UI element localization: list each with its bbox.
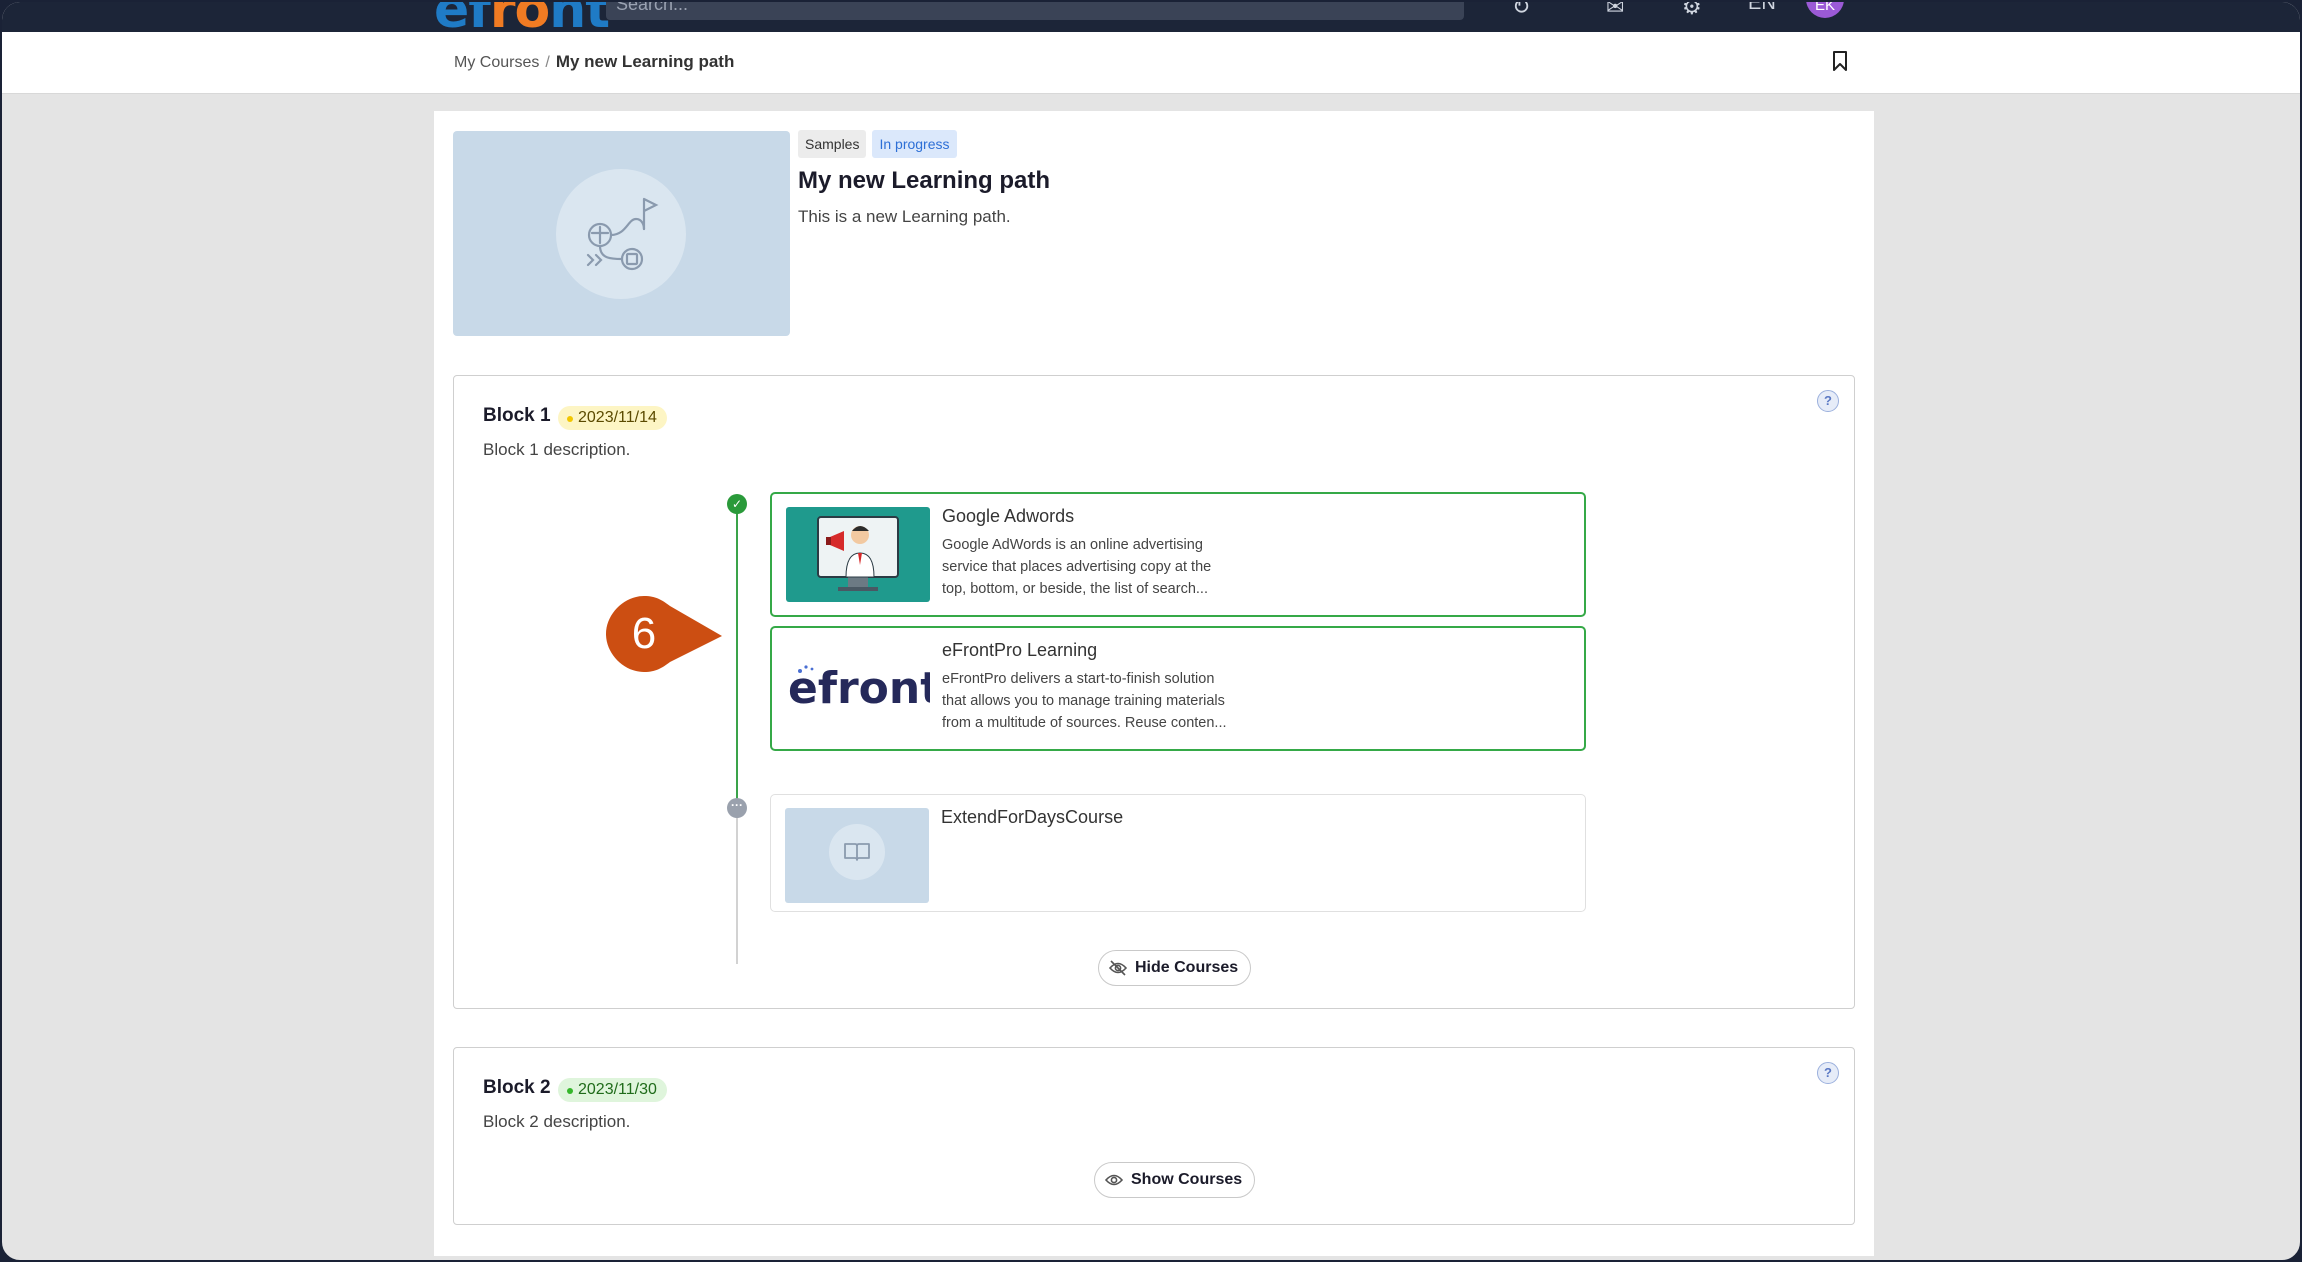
course-card-google-adwords[interactable]: Google Adwords Google AdWords is an onli…: [770, 492, 1586, 617]
check-icon: ✓: [727, 494, 747, 514]
course-description-line: top, bottom, or beside, the list of sear…: [942, 581, 1208, 597]
learning-path-image: [453, 131, 790, 336]
course-description-line: from a multitude of sources. Reuse conte…: [942, 715, 1227, 731]
status-badge: In progress: [872, 130, 957, 158]
course-description: Google AdWords is an online advertising …: [942, 534, 1242, 600]
monitor-speaker-illustration: [817, 516, 899, 591]
language-selector[interactable]: EN: [1748, 2, 1776, 15]
efront-logo-text: efront: [788, 663, 930, 714]
show-courses-button[interactable]: Show Courses: [1094, 1162, 1256, 1198]
course-description-line: eFrontPro delivers a start-to-finish sol…: [942, 671, 1215, 687]
learning-path-illustration: [556, 169, 686, 299]
learning-path-description: This is a new Learning path.: [798, 207, 1011, 226]
help-icon[interactable]: ?: [1817, 1062, 1839, 1084]
learning-path-icon: [586, 197, 659, 271]
course-description-line: Google AdWords is an online advertising: [942, 537, 1203, 553]
block-1: Block 1 2023/11/14 Block 1 description. …: [453, 375, 1855, 1009]
block-description: Block 2 description.: [483, 1112, 631, 1131]
breadcrumb-separator: /: [545, 54, 550, 71]
messages-icon[interactable]: ✉: [1606, 2, 1624, 20]
app-window: efront Search... ↻ ✉ ⚙ EN EK My Courses /…: [0, 0, 2302, 1262]
timeline-line-pending: [736, 809, 738, 964]
course-title[interactable]: Google Adwords: [942, 506, 1074, 527]
book-icon: [829, 824, 885, 880]
help-icon[interactable]: ?: [1817, 390, 1839, 412]
show-courses-label: Show Courses: [1131, 1171, 1243, 1188]
breadcrumb-current: My new Learning path: [555, 52, 735, 71]
block-description: Block 1 description.: [483, 440, 631, 459]
course-card-efrontpro-learning[interactable]: efront eFrontPro Learning eFrontPro deli…: [770, 626, 1586, 751]
course-description-line: that allows you to manage training mater…: [942, 693, 1225, 709]
block-title: Block 1: [483, 405, 551, 426]
eye-icon: [1105, 1174, 1123, 1186]
eye-off-icon: [1109, 960, 1127, 976]
settings-icon[interactable]: ⚙: [1682, 2, 1702, 20]
hide-courses-label: Hide Courses: [1135, 959, 1239, 976]
more-icon: ···: [727, 798, 747, 818]
page-title: My new Learning path: [798, 167, 1051, 194]
block-2: Block 2 2023/11/30 Block 2 description. …: [453, 1047, 1855, 1225]
breadcrumb-bar: My Courses / My new Learning path: [2, 32, 2300, 94]
course-thumbnail: [785, 808, 929, 903]
main-content: Samples In progress My new Learning path…: [434, 111, 1874, 1256]
timeline-line-completed: [736, 503, 738, 801]
course-thumbnail: [786, 507, 930, 602]
top-navbar: efront Search... ↻ ✉ ⚙ EN EK: [2, 2, 2300, 40]
course-title[interactable]: eFrontPro Learning: [942, 640, 1097, 661]
breadcrumb-parent-link[interactable]: My Courses: [454, 54, 539, 71]
course-description: eFrontPro delivers a start-to-finish sol…: [942, 668, 1242, 734]
breadcrumb: My Courses / My new Learning path: [454, 52, 734, 72]
course-card-extendfordayscourse[interactable]: ExtendForDaysCourse: [770, 794, 1586, 912]
category-tag: Samples: [798, 130, 867, 158]
search-input[interactable]: Search...: [606, 2, 1464, 20]
history-icon[interactable]: ↻: [1512, 2, 1530, 20]
step-callout-number: 6: [631, 609, 657, 658]
block-title: Block 2: [483, 1077, 551, 1098]
hide-courses-button[interactable]: Hide Courses: [1098, 950, 1252, 986]
efront-logo-image: efront: [788, 663, 930, 714]
bookmark-icon[interactable]: [1832, 50, 1848, 72]
block-date-badge: 2023/11/14: [558, 406, 667, 430]
course-description-line: service that places advertising copy at …: [942, 559, 1212, 575]
block-date-badge: 2023/11/30: [558, 1078, 667, 1102]
course-title[interactable]: ExtendForDaysCourse: [941, 807, 1123, 828]
course-thumbnail: efront: [786, 641, 930, 736]
learning-path-tags: Samples In progress: [798, 130, 957, 158]
user-avatar[interactable]: EK: [1806, 2, 1844, 18]
